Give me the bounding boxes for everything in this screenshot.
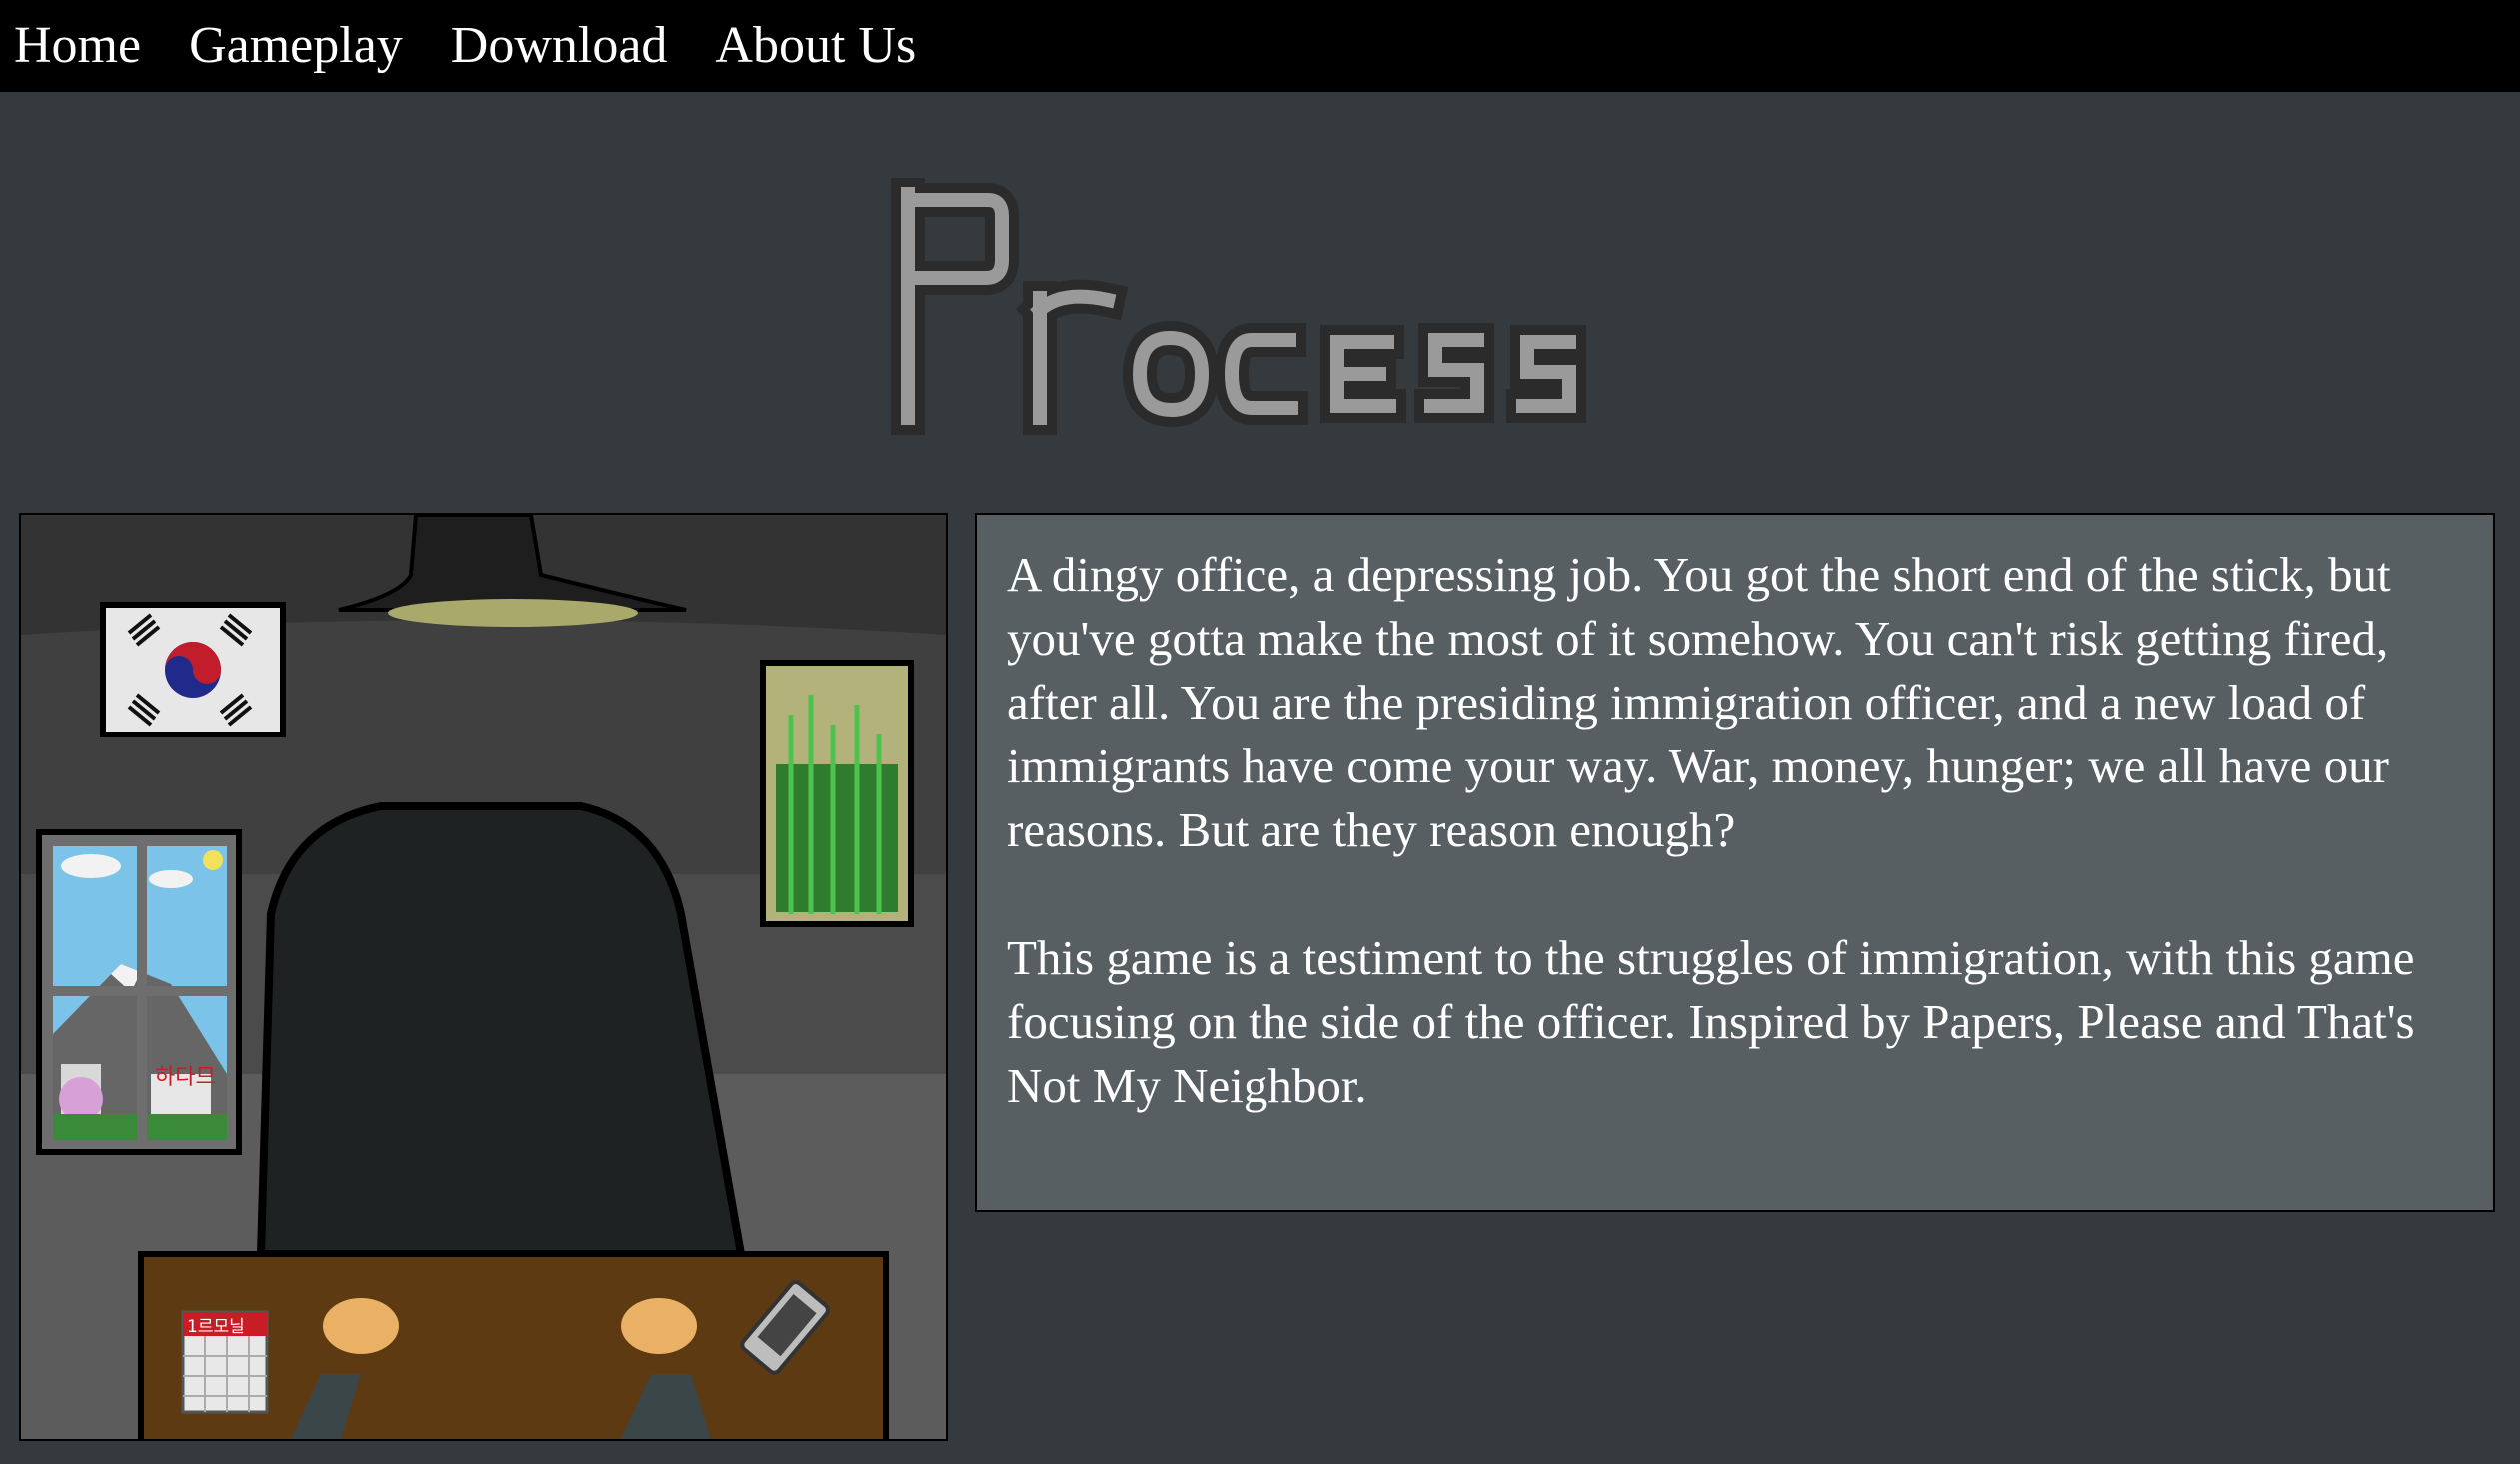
calendar-header-text: 1르모닐 <box>187 1317 245 1337</box>
bamboo-painting-image <box>760 660 914 927</box>
korean-flag-image <box>100 602 286 737</box>
game-description-panel: A dingy office, a depressing job. You go… <box>975 513 2495 1212</box>
nav-home-link[interactable]: Home <box>14 20 141 72</box>
left-hand-image <box>323 1298 399 1354</box>
office-chair-image <box>256 802 746 1258</box>
right-hand-image <box>621 1298 697 1354</box>
game-title-logo: Process <box>880 177 1619 438</box>
description-paragraph-1: A dingy office, a depressing job. You go… <box>1007 547 2391 857</box>
nav-gameplay-link[interactable]: Gameplay <box>189 20 403 72</box>
description-paragraph-2: This game is a testiment to the struggle… <box>1007 930 2415 1113</box>
carousel-next-button[interactable]: › <box>850 1436 865 1439</box>
office-scene-image: 하다므 1르모닐 <box>21 515 946 1439</box>
nav-about-us-link[interactable]: About Us <box>715 20 916 72</box>
desk-calendar-image: 1르모닐 <box>181 1310 269 1414</box>
nav-download-link[interactable]: Download <box>451 20 668 72</box>
poster-sign-text: 하다므 <box>155 1065 216 1090</box>
screenshot-carousel: 하다므 1르모닐 <box>19 513 948 1441</box>
office-window-image: 하다므 <box>36 829 242 1155</box>
carousel-prev-button[interactable]: ‹ <box>117 1432 132 1439</box>
top-nav: Home Gameplay Download About Us <box>0 0 2520 92</box>
